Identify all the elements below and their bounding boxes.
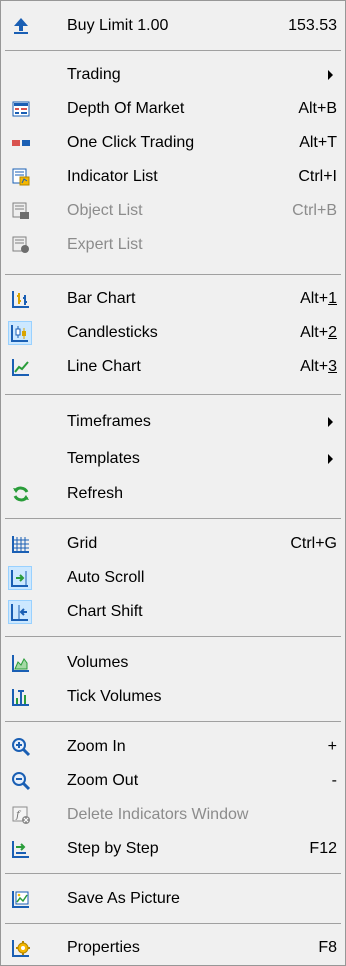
menu-item-save-as-picture[interactable]: Save As Picture bbox=[1, 882, 345, 916]
menu-item-templates[interactable]: Templates bbox=[1, 442, 345, 476]
step-by-step-icon bbox=[11, 839, 31, 859]
menu-item-shortcut: Ctrl+B bbox=[292, 202, 337, 219]
save-as-picture-icon bbox=[11, 889, 31, 909]
menu-item-auto-scroll[interactable]: Auto Scroll bbox=[1, 561, 345, 595]
menu-item-delete-indicators-window[interactable]: f Delete Indicators Window bbox=[1, 798, 345, 832]
object-list-icon bbox=[11, 201, 31, 221]
menu-item-properties[interactable]: Properties F8 bbox=[1, 931, 345, 965]
menu-item-trading[interactable]: Trading bbox=[1, 58, 345, 92]
separator bbox=[5, 394, 341, 395]
menu-item-label: Refresh bbox=[67, 485, 124, 502]
candlesticks-icon bbox=[8, 321, 32, 345]
menu-item-tick-volumes[interactable]: Tick Volumes bbox=[1, 680, 345, 714]
menu-item-label: Timeframes bbox=[67, 413, 151, 430]
menu-item-indicator-list[interactable]: Indicator List Ctrl+I bbox=[1, 160, 345, 194]
menu-item-label: Volumes bbox=[67, 654, 129, 671]
menu-item-shortcut: F12 bbox=[309, 840, 337, 857]
separator bbox=[5, 721, 341, 722]
menu-item-shortcut: Ctrl+G bbox=[290, 535, 337, 552]
menu-item-shortcut: Alt+2 bbox=[300, 324, 337, 341]
menu-item-shortcut: Ctrl+I bbox=[298, 168, 337, 185]
menu-item-line-chart[interactable]: Line Chart Alt+3 bbox=[1, 350, 345, 384]
chart-shift-icon bbox=[8, 600, 32, 624]
properties-gear-icon bbox=[11, 938, 31, 958]
menu-item-label: One Click Trading bbox=[67, 134, 195, 151]
menu-item-label: Candlesticks bbox=[67, 324, 158, 341]
depth-of-market-icon bbox=[11, 99, 31, 119]
menu-item-zoom-out[interactable]: Zoom Out - bbox=[1, 764, 345, 798]
menu-item-label: Delete Indicators Window bbox=[67, 806, 249, 823]
menu-item-bar-chart[interactable]: Bar Chart Alt+1 bbox=[1, 282, 345, 316]
menu-item-shortcut: Alt+T bbox=[299, 134, 337, 151]
menu-item-label: Trading bbox=[67, 66, 121, 83]
refresh-icon bbox=[11, 484, 31, 504]
tick-volumes-icon bbox=[11, 687, 31, 707]
grid-icon bbox=[11, 534, 31, 554]
menu-item-expert-list[interactable]: Expert List bbox=[1, 228, 345, 262]
menu-item-label: Expert List bbox=[67, 236, 143, 253]
menu-item-label: Object List bbox=[67, 202, 143, 219]
menu-item-price: 153.53 bbox=[288, 17, 337, 34]
one-click-trading-icon bbox=[11, 133, 31, 153]
menu-item-label: Line Chart bbox=[67, 358, 141, 375]
separator bbox=[5, 636, 341, 637]
menu-item-label: Grid bbox=[67, 535, 98, 552]
menu-item-label: Buy Limit 1.00 bbox=[67, 17, 169, 34]
menu-item-label: Zoom In bbox=[67, 738, 126, 755]
submenu-arrow-icon bbox=[328, 417, 333, 427]
menu-item-label: Chart Shift bbox=[67, 603, 143, 620]
menu-item-shortcut: - bbox=[331, 772, 337, 789]
menu-item-label: Tick Volumes bbox=[67, 688, 162, 705]
menu-item-label: Depth Of Market bbox=[67, 100, 185, 117]
separator bbox=[5, 923, 341, 924]
submenu-arrow-icon bbox=[328, 454, 333, 464]
menu-item-step-by-step[interactable]: Step by Step F12 bbox=[1, 832, 345, 866]
chart-context-menu: Buy Limit 1.00 153.53 Trading Depth Of M… bbox=[0, 0, 346, 966]
menu-item-candlesticks[interactable]: Candlesticks Alt+2 bbox=[1, 316, 345, 350]
separator bbox=[5, 274, 341, 275]
menu-item-object-list[interactable]: Object List Ctrl+B bbox=[1, 194, 345, 228]
menu-item-zoom-in[interactable]: Zoom In + bbox=[1, 730, 345, 764]
menu-item-grid[interactable]: Grid Ctrl+G bbox=[1, 527, 345, 561]
menu-item-label: Properties bbox=[67, 939, 140, 956]
auto-scroll-icon bbox=[8, 566, 32, 590]
line-chart-icon bbox=[11, 357, 31, 377]
separator bbox=[5, 518, 341, 519]
menu-item-label: Step by Step bbox=[67, 840, 159, 857]
zoom-out-icon bbox=[11, 771, 31, 791]
menu-item-shortcut: Alt+1 bbox=[300, 290, 337, 307]
menu-item-label: Auto Scroll bbox=[67, 569, 145, 586]
menu-item-depth-of-market[interactable]: Depth Of Market Alt+B bbox=[1, 92, 345, 126]
menu-item-label: Bar Chart bbox=[67, 290, 136, 307]
menu-item-chart-shift[interactable]: Chart Shift bbox=[1, 595, 345, 629]
menu-item-shortcut: Alt+3 bbox=[300, 358, 337, 375]
separator bbox=[5, 873, 341, 874]
menu-item-volumes[interactable]: Volumes bbox=[1, 646, 345, 680]
menu-item-shortcut: Alt+B bbox=[298, 100, 337, 117]
delete-indicator-window-icon: f bbox=[11, 805, 31, 825]
menu-item-label: Indicator List bbox=[67, 168, 158, 185]
menu-item-buy-limit[interactable]: Buy Limit 1.00 153.53 bbox=[1, 9, 345, 43]
menu-item-one-click-trading[interactable]: One Click Trading Alt+T bbox=[1, 126, 345, 160]
menu-item-shortcut: F8 bbox=[318, 939, 337, 956]
menu-item-refresh[interactable]: Refresh bbox=[1, 477, 345, 511]
menu-item-timeframes[interactable]: Timeframes bbox=[1, 405, 345, 439]
bar-chart-icon bbox=[11, 289, 31, 309]
menu-item-label: Save As Picture bbox=[67, 890, 180, 907]
menu-item-label: Templates bbox=[67, 450, 140, 467]
expert-list-icon bbox=[11, 235, 31, 255]
indicator-list-icon bbox=[11, 167, 31, 187]
buy-arrow-icon bbox=[11, 16, 31, 36]
separator bbox=[5, 50, 341, 51]
volumes-icon bbox=[11, 653, 31, 673]
zoom-in-icon bbox=[11, 737, 31, 757]
menu-item-shortcut: + bbox=[327, 738, 337, 755]
submenu-arrow-icon bbox=[328, 70, 333, 80]
menu-item-label: Zoom Out bbox=[67, 772, 139, 789]
